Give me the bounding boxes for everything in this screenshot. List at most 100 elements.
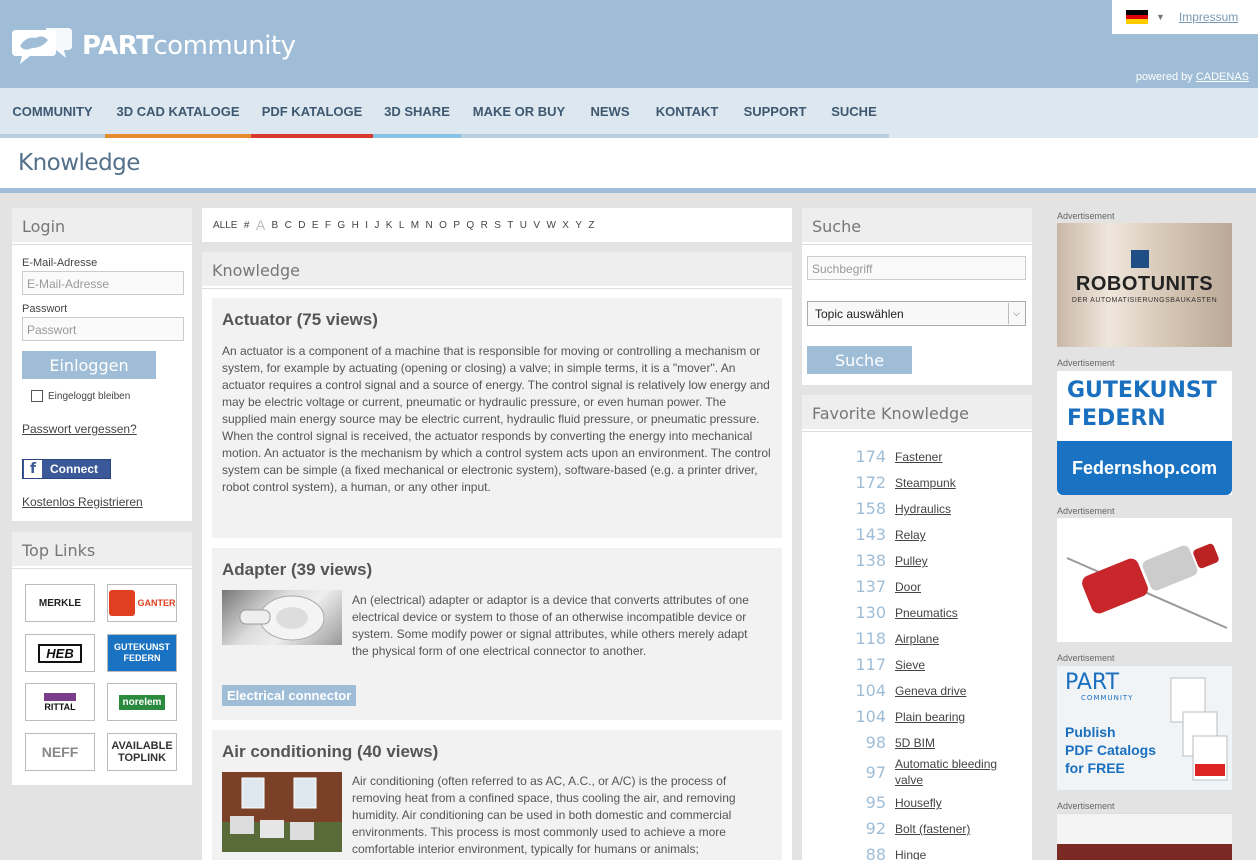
partcommunity-ad-logo: PART COMMUNITY <box>1065 670 1134 703</box>
alpha-s[interactable]: S <box>494 220 501 231</box>
impressum-link[interactable]: Impressum <box>1179 10 1238 24</box>
alpha-m[interactable]: M <box>411 220 419 231</box>
alpha-hash[interactable]: # <box>244 220 250 231</box>
toplink-gutekunst[interactable]: GUTEKUNST FEDERN <box>107 634 177 672</box>
favorite-count: 174 <box>855 447 886 466</box>
favorite-link[interactable]: Plain bearing <box>895 709 965 725</box>
nav-make-or-buy[interactable]: MAKE OR BUY <box>461 88 577 138</box>
nav-pdf-kataloge[interactable]: PDF KATALOGE <box>251 88 373 138</box>
password-field[interactable]: Passwort <box>22 317 184 341</box>
alpha-x[interactable]: X <box>562 220 569 231</box>
alpha-i[interactable]: I <box>365 220 368 231</box>
email-label: E-Mail-Adresse <box>22 257 98 269</box>
alpha-q[interactable]: Q <box>466 220 474 231</box>
alpha-g[interactable]: G <box>337 220 345 231</box>
favorite-link[interactable]: Airplane <box>895 631 939 647</box>
favorite-link[interactable]: Bolt (fastener) <box>895 821 970 837</box>
nav-3d-share[interactable]: 3D SHARE <box>373 88 461 138</box>
alpha-p[interactable]: P <box>453 220 460 231</box>
toplink-heb[interactable]: HEB <box>25 634 95 672</box>
toplink-available[interactable]: AVAILABLE TOPLINK <box>107 733 177 771</box>
favorite-link[interactable]: Hinge <box>895 847 926 860</box>
favorite-count: 158 <box>855 499 886 518</box>
forgot-password-link[interactable]: Passwort vergessen? <box>22 422 137 436</box>
facebook-icon: f <box>24 460 42 478</box>
article-title[interactable]: Adapter (39 views) <box>222 560 372 580</box>
favorite-count: 172 <box>855 473 886 492</box>
air-conditioning-image[interactable] <box>222 772 342 852</box>
register-link[interactable]: Kostenlos Registrieren <box>22 495 143 509</box>
cadenas-link[interactable]: CADENAS <box>1196 71 1249 83</box>
alpha-l[interactable]: L <box>399 220 405 231</box>
search-button[interactable]: Suche <box>807 346 912 374</box>
adapter-image[interactable] <box>222 590 342 645</box>
alpha-h[interactable]: H <box>352 220 359 231</box>
speech-bubbles-icon <box>12 28 72 64</box>
favorite-link[interactable]: Hydraulics <box>895 501 951 517</box>
article-title[interactable]: Air conditioning (40 views) <box>222 742 438 762</box>
ad-bottom[interactable] <box>1057 813 1232 860</box>
tag-electrical-connector[interactable]: Electrical connector <box>222 685 357 706</box>
alpha-j[interactable]: J <box>374 220 379 231</box>
alpha-n[interactable]: N <box>426 220 433 231</box>
favorite-link[interactable]: Relay <box>895 527 926 543</box>
nav-news[interactable]: NEWS <box>577 88 643 138</box>
toplink-rittal[interactable]: RITTAL <box>25 683 95 721</box>
favorite-link[interactable]: 5D BIM <box>895 735 935 751</box>
search-title: Suche <box>802 208 1032 245</box>
ad-slip-ring[interactable] <box>1057 518 1232 642</box>
search-input[interactable]: Suchbegriff <box>807 256 1026 280</box>
favorite-link[interactable]: Sieve <box>895 657 925 673</box>
favorite-link[interactable]: Automatic bleeding valve <box>895 756 1020 788</box>
favorite-link[interactable]: Housefly <box>895 795 942 811</box>
favorite-link[interactable]: Door <box>895 579 921 595</box>
toplink-ganter[interactable]: GANTER <box>107 584 177 622</box>
facebook-connect-button[interactable]: f Connect <box>22 459 111 479</box>
alpha-o[interactable]: O <box>439 220 447 231</box>
favorite-link[interactable]: Pulley <box>895 553 928 569</box>
federnshop-banner: Federnshop.com <box>1057 441 1232 495</box>
article-title[interactable]: Actuator (75 views) <box>222 310 378 330</box>
chevron-down-icon[interactable]: ▼ <box>1156 12 1165 22</box>
toplink-norelem[interactable]: norelem <box>107 683 177 721</box>
login-button[interactable]: Einloggen <box>22 351 156 379</box>
alpha-t[interactable]: T <box>507 220 513 231</box>
alpha-d[interactable]: D <box>298 220 305 231</box>
alpha-f[interactable]: F <box>325 220 331 231</box>
favorite-link[interactable]: Geneva drive <box>895 683 966 699</box>
partcommunity-ad-text: Publish PDF Catalogs for FREE <box>1065 724 1157 776</box>
nav-3d-cad-kataloge[interactable]: 3D CAD KATALOGE <box>105 88 251 138</box>
alpha-z[interactable]: Z <box>588 220 594 231</box>
nav-suche[interactable]: SUCHE <box>819 88 889 138</box>
alpha-a[interactable]: A <box>256 217 265 233</box>
alpha-c[interactable]: C <box>285 220 292 231</box>
alpha-all[interactable]: ALLE <box>213 220 237 231</box>
nav-community[interactable]: COMMUNITY <box>0 88 105 138</box>
favorite-link[interactable]: Fastener <box>895 449 942 465</box>
remember-checkbox[interactable] <box>31 390 43 402</box>
alpha-u[interactable]: U <box>520 220 527 231</box>
alpha-r[interactable]: R <box>481 220 488 231</box>
nav-kontakt[interactable]: KONTAKT <box>643 88 731 138</box>
alpha-e[interactable]: E <box>312 220 319 231</box>
alpha-w[interactable]: W <box>546 220 555 231</box>
alpha-b[interactable]: B <box>272 220 279 231</box>
email-field[interactable]: E-Mail-Adresse <box>22 271 184 295</box>
ad-partcommunity-publish[interactable]: PART COMMUNITY Publish PDF Catalogs for … <box>1057 666 1232 790</box>
topic-select[interactable]: Topic auswählen ⌵ <box>807 301 1026 326</box>
alpha-k[interactable]: K <box>386 220 393 231</box>
toplink-neff[interactable]: NEFF <box>25 733 95 771</box>
logo-text: PARTcommunity <box>82 31 296 61</box>
nav-support[interactable]: SUPPORT <box>731 88 819 138</box>
favorite-count: 104 <box>855 707 886 726</box>
alpha-v[interactable]: V <box>533 220 540 231</box>
alpha-y[interactable]: Y <box>575 220 582 231</box>
partcommunity-logo[interactable]: PARTcommunity <box>12 26 296 66</box>
ad-robotunits[interactable]: ROBOTUNITS DER AUTOMATISIERUNGSBAUKASTEN <box>1057 223 1232 347</box>
favorite-link[interactable]: Pneumatics <box>895 605 958 621</box>
toplink-merkle[interactable]: MERKLE <box>25 584 95 622</box>
robotunits-logo: ROBOTUNITS <box>1075 273 1214 295</box>
ad-gutekunst[interactable]: GUTEKUNST FEDERN Federnshop.com <box>1057 371 1232 495</box>
germany-flag-icon[interactable] <box>1126 10 1148 25</box>
favorite-link[interactable]: Steampunk <box>895 475 956 491</box>
